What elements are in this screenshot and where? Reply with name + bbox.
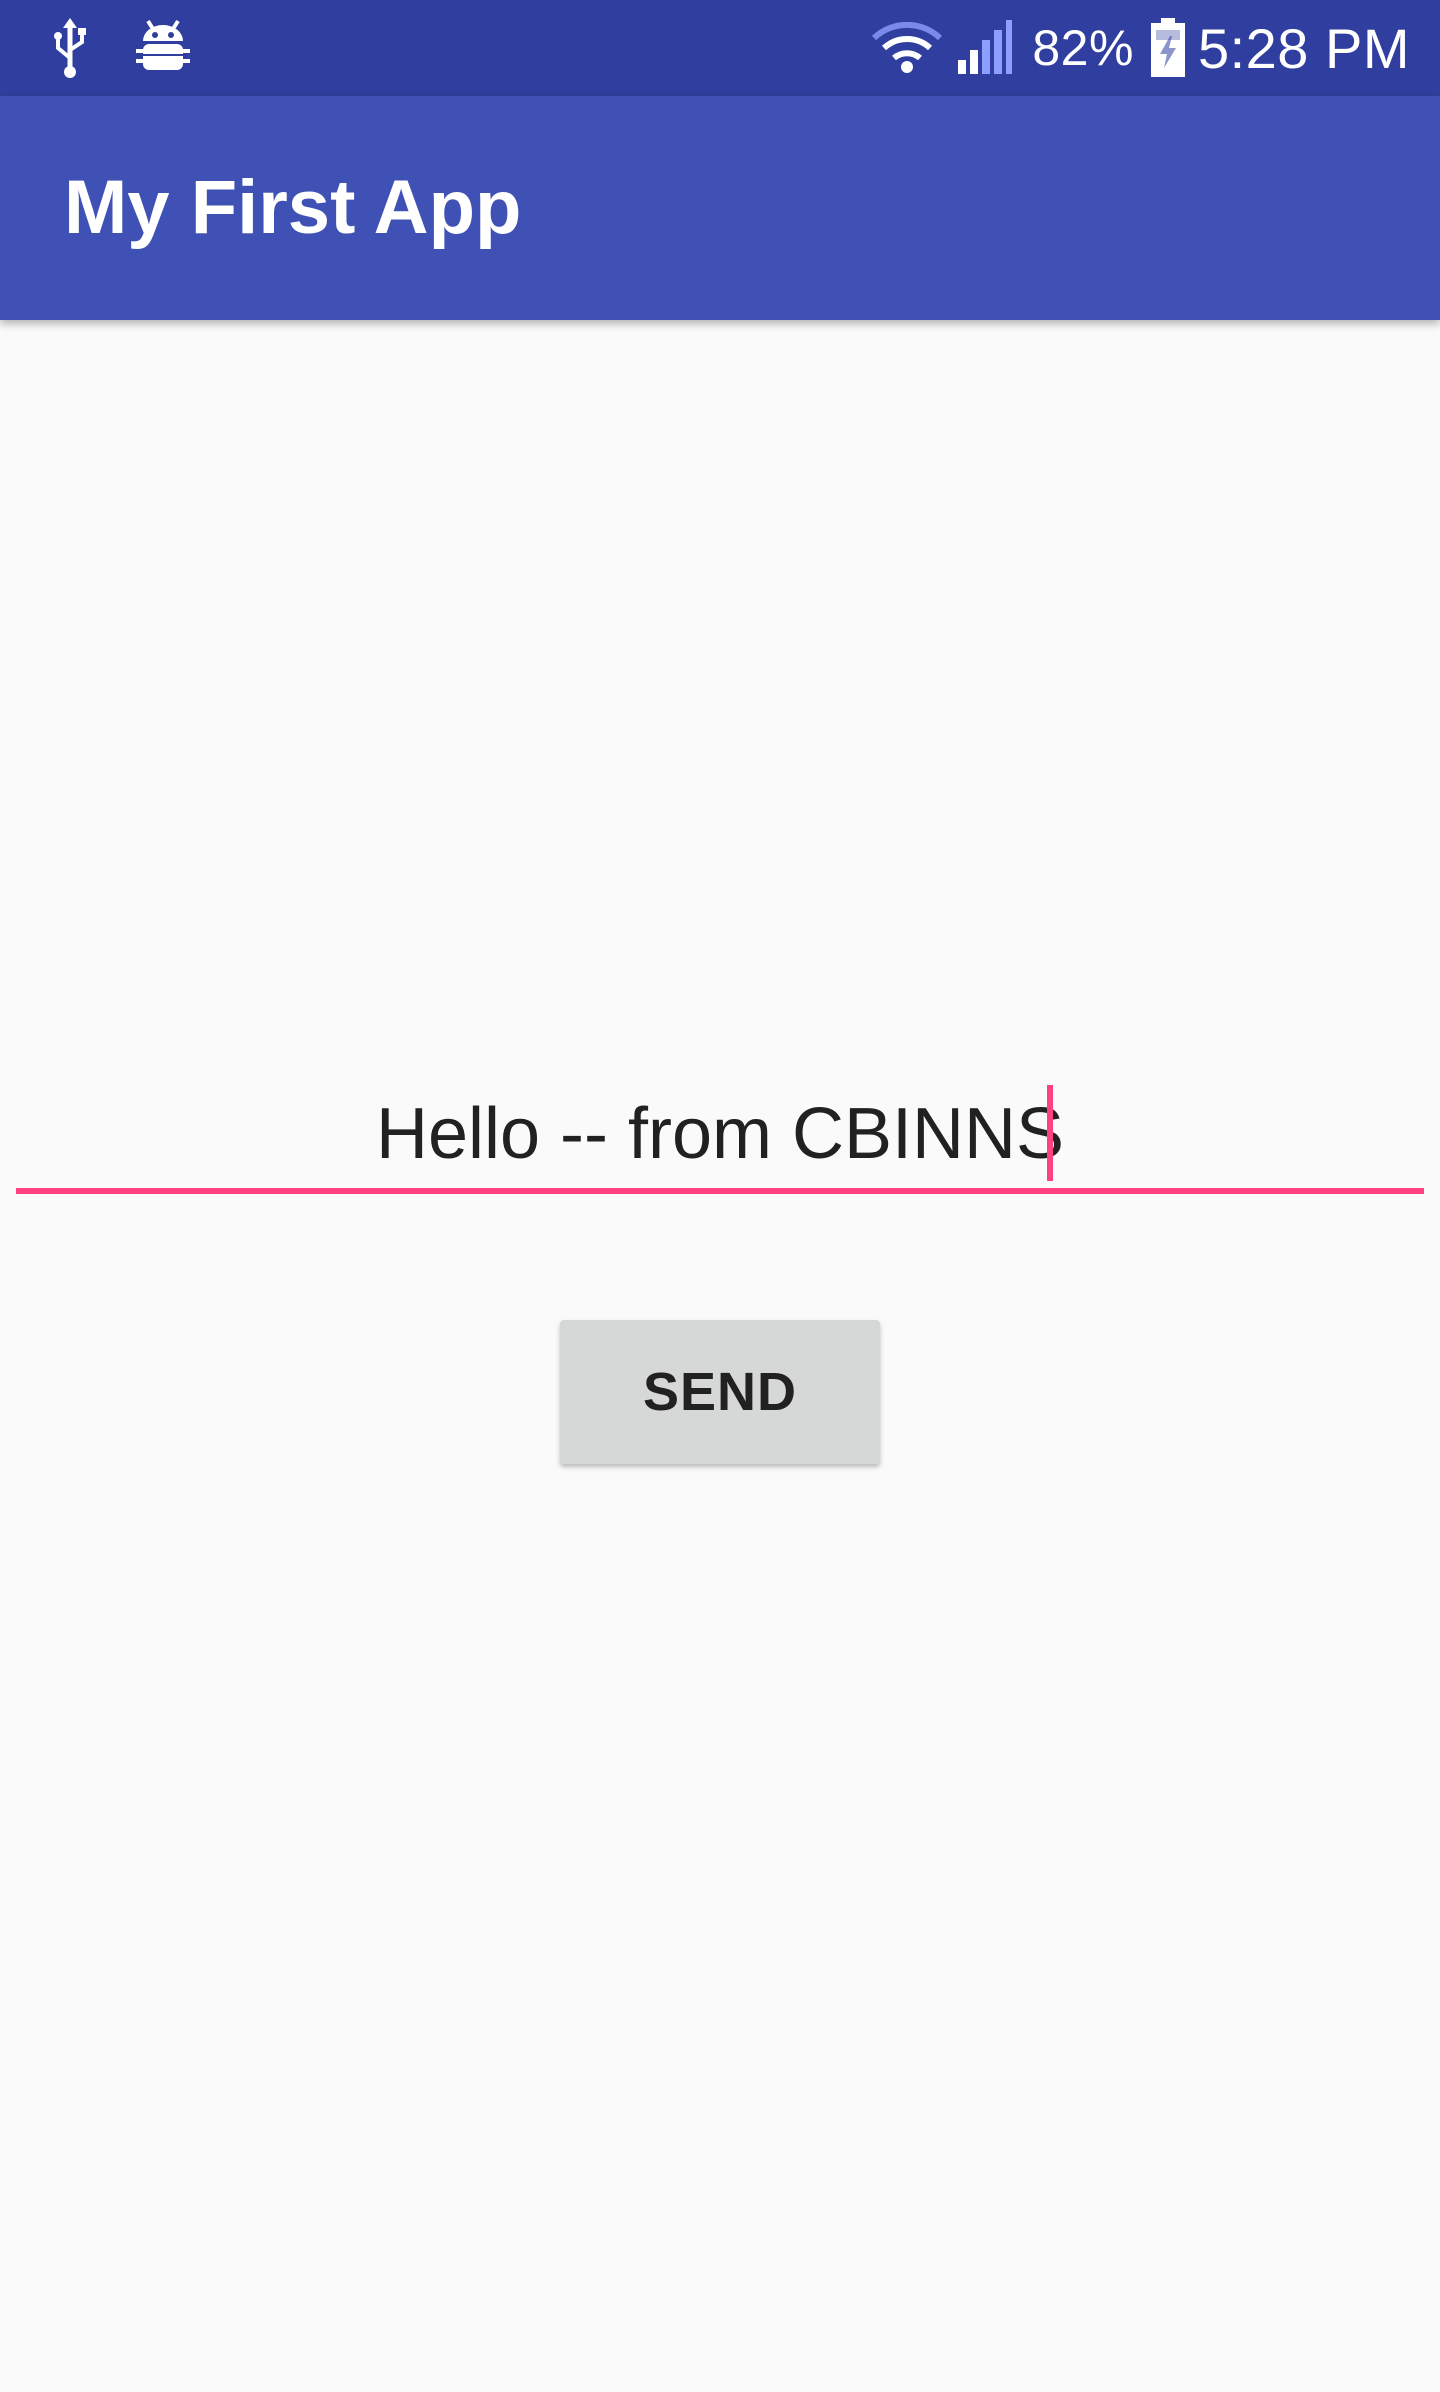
status-left-icons [50,18,190,78]
android-debug-icon [136,19,190,77]
message-input[interactable] [16,1080,1424,1188]
clock: 5:28 PM [1197,16,1410,80]
message-field[interactable] [16,1080,1424,1196]
usb-icon [50,18,90,78]
field-underline [16,1188,1424,1194]
signal-icon [956,20,1014,76]
battery-percent: 82% [1032,20,1134,76]
main-content: SEND [0,320,1440,2392]
app-bar: My First App [0,96,1440,320]
app-title: My First App [64,165,522,250]
text-cursor [1047,1085,1053,1181]
send-button[interactable]: SEND [560,1320,880,1464]
status-bar: 82% 5:28 PM [0,0,1440,96]
wifi-icon [872,22,943,74]
status-right-area: 82% 5:28 PM [872,0,1410,96]
battery-charging-icon [1150,18,1186,78]
